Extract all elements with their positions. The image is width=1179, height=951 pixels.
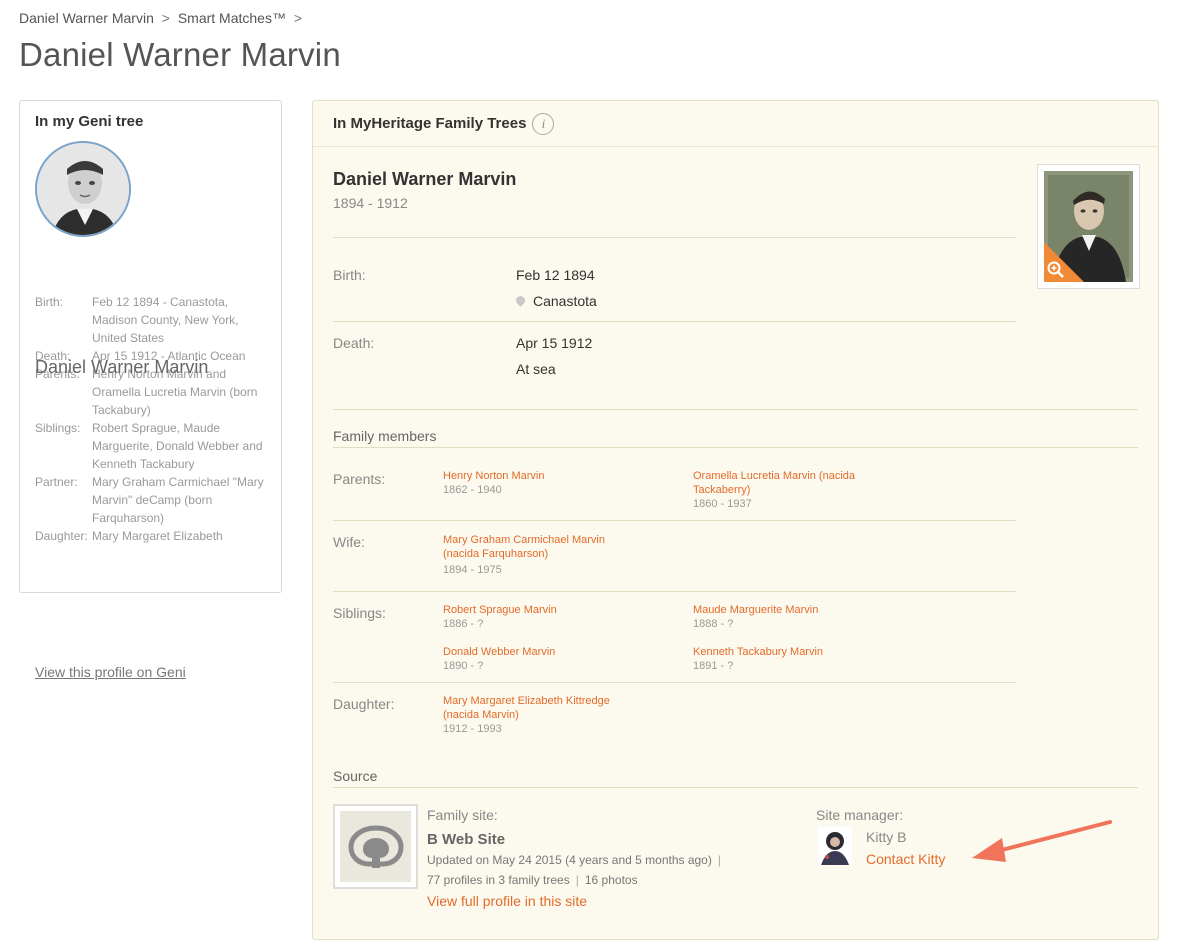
geni-fact-partner: Partner: Mary Graham Carmichael "Mary Ma… bbox=[35, 475, 264, 525]
zoom-in-icon[interactable] bbox=[1047, 261, 1065, 279]
relative-wife: Mary Graham Carmichael Marvin (nacida Fa… bbox=[443, 533, 623, 577]
contact-manager-link[interactable]: Contact Kitty bbox=[866, 851, 945, 867]
parents-label: Parents: bbox=[333, 471, 386, 487]
geni-tree-panel: In my Geni tree Birth: Feb 12 1894 - Can… bbox=[19, 100, 282, 680]
geni-person-name: Daniel Warner Marvin bbox=[35, 357, 209, 377]
family-site-label: Family site: bbox=[427, 807, 498, 823]
death-place: At sea bbox=[516, 361, 556, 377]
relative-name-link[interactable]: Kenneth Tackabury Marvin bbox=[693, 645, 873, 659]
breadcrumb-smart-matches-link[interactable]: Smart Matches™ bbox=[178, 10, 286, 26]
relative-name-link[interactable]: Donald Webber Marvin bbox=[443, 645, 623, 659]
family-site-logo[interactable] bbox=[333, 804, 418, 889]
divider bbox=[333, 447, 1138, 448]
divider bbox=[333, 409, 1138, 410]
relative-dates: 1912 - 1993 bbox=[443, 723, 502, 735]
wife-label: Wife: bbox=[333, 534, 365, 550]
relative-daughter: Mary Margaret Elizabeth Kittredge (nacid… bbox=[443, 694, 623, 736]
site-name: B Web Site bbox=[427, 831, 506, 848]
relative-sibling: Robert Sprague Marvin 1886 - ? bbox=[443, 603, 623, 631]
divider bbox=[333, 321, 1016, 322]
geni-panel-heading: In my Geni tree bbox=[35, 113, 144, 130]
breadcrumb-separator: > bbox=[293, 10, 303, 26]
relative-dates: 1886 - ? bbox=[443, 618, 484, 630]
breadcrumb-separator: > bbox=[161, 10, 170, 26]
site-stats: 77 profiles in 3 family trees | 16 photos bbox=[427, 873, 638, 887]
relative-sibling: Maude Marguerite Marvin 1888 - ? bbox=[693, 603, 873, 631]
birth-label: Birth: bbox=[333, 267, 366, 283]
match-person-name: Daniel Warner Marvin bbox=[333, 169, 517, 189]
geni-profile-photo[interactable] bbox=[35, 141, 131, 237]
daughter-label: Daughter: bbox=[333, 696, 395, 712]
divider bbox=[333, 682, 1016, 683]
geni-facts: Birth: Feb 12 1894 - Canastota, Madison … bbox=[35, 293, 275, 545]
family-members-title: Family members bbox=[333, 428, 437, 444]
myheritage-panel-header: In MyHeritage Family Trees i bbox=[313, 101, 1158, 147]
relative-dates: 1860 - 1937 bbox=[693, 498, 752, 510]
match-person-dates: 1894 - 1912 bbox=[333, 195, 408, 211]
annotation-arrow-icon bbox=[972, 820, 1112, 862]
view-on-geni-link[interactable]: View this profile on Geni bbox=[35, 664, 186, 680]
birth-place: Canastota bbox=[514, 293, 597, 309]
relative-dates: 1894 - 1975 bbox=[443, 564, 502, 576]
site-manager-avatar[interactable] bbox=[818, 827, 852, 865]
relative-dates: 1862 - 1940 bbox=[443, 484, 502, 496]
relative-name-link[interactable]: Mary Margaret Elizabeth Kittredge (nacid… bbox=[443, 694, 623, 722]
breadcrumb-profile-link[interactable]: Daniel Warner Marvin bbox=[19, 10, 154, 26]
siblings-label: Siblings: bbox=[333, 605, 386, 621]
relative-name-link[interactable]: Henry Norton Marvin bbox=[443, 469, 623, 483]
relative-parent-mother: Oramella Lucretia Marvin (nacida Tackabe… bbox=[693, 469, 873, 511]
relative-name-link[interactable]: Robert Sprague Marvin bbox=[443, 603, 623, 617]
birth-date: Feb 12 1894 bbox=[516, 267, 595, 283]
tree-logo-icon bbox=[347, 824, 404, 868]
relative-parent-father: Henry Norton Marvin 1862 - 1940 bbox=[443, 469, 623, 497]
relative-dates: 1891 - ? bbox=[693, 660, 734, 672]
divider bbox=[333, 237, 1016, 238]
myheritage-panel-heading: In MyHeritage Family Trees bbox=[333, 115, 527, 132]
geni-fact-siblings: Siblings: Robert Sprague, Maude Margueri… bbox=[35, 421, 263, 471]
relative-dates: 1888 - ? bbox=[693, 618, 734, 630]
relative-name-link[interactable]: Mary Graham Carmichael Marvin (nacida Fa… bbox=[443, 533, 623, 561]
source-title: Source bbox=[333, 768, 378, 784]
relative-dates: 1890 - ? bbox=[443, 660, 484, 672]
view-full-profile-link[interactable]: View full profile in this site bbox=[427, 893, 587, 909]
info-icon[interactable]: i bbox=[532, 112, 555, 135]
death-date: Apr 15 1912 bbox=[516, 335, 593, 351]
relative-sibling: Donald Webber Marvin 1890 - ? bbox=[443, 645, 623, 673]
page-title: Daniel Warner Marvin bbox=[19, 36, 341, 73]
geni-fact-birth: Birth: Feb 12 1894 - Canastota, Madison … bbox=[35, 295, 239, 345]
site-manager-label: Site manager: bbox=[816, 807, 904, 823]
site-updated: Updated on May 24 2015 (4 years and 5 mo… bbox=[427, 853, 721, 867]
relative-sibling: Kenneth Tackabury Marvin 1891 - ? bbox=[693, 645, 873, 673]
geni-fact-daughter: Daughter: Mary Margaret Elizabeth bbox=[35, 529, 223, 543]
breadcrumb: Daniel Warner Marvin > Smart Matches™ > bbox=[19, 10, 306, 26]
death-label: Death: bbox=[333, 335, 375, 351]
divider bbox=[333, 787, 1138, 788]
relative-name-link[interactable]: Maude Marguerite Marvin bbox=[693, 603, 873, 617]
relative-name-link[interactable]: Oramella Lucretia Marvin (nacida Tackabe… bbox=[693, 469, 873, 497]
match-profile-photo[interactable] bbox=[1037, 164, 1140, 289]
divider bbox=[333, 520, 1016, 521]
location-pin-icon bbox=[514, 294, 527, 307]
divider bbox=[333, 591, 1016, 592]
site-manager-name: Kitty B bbox=[866, 829, 907, 845]
